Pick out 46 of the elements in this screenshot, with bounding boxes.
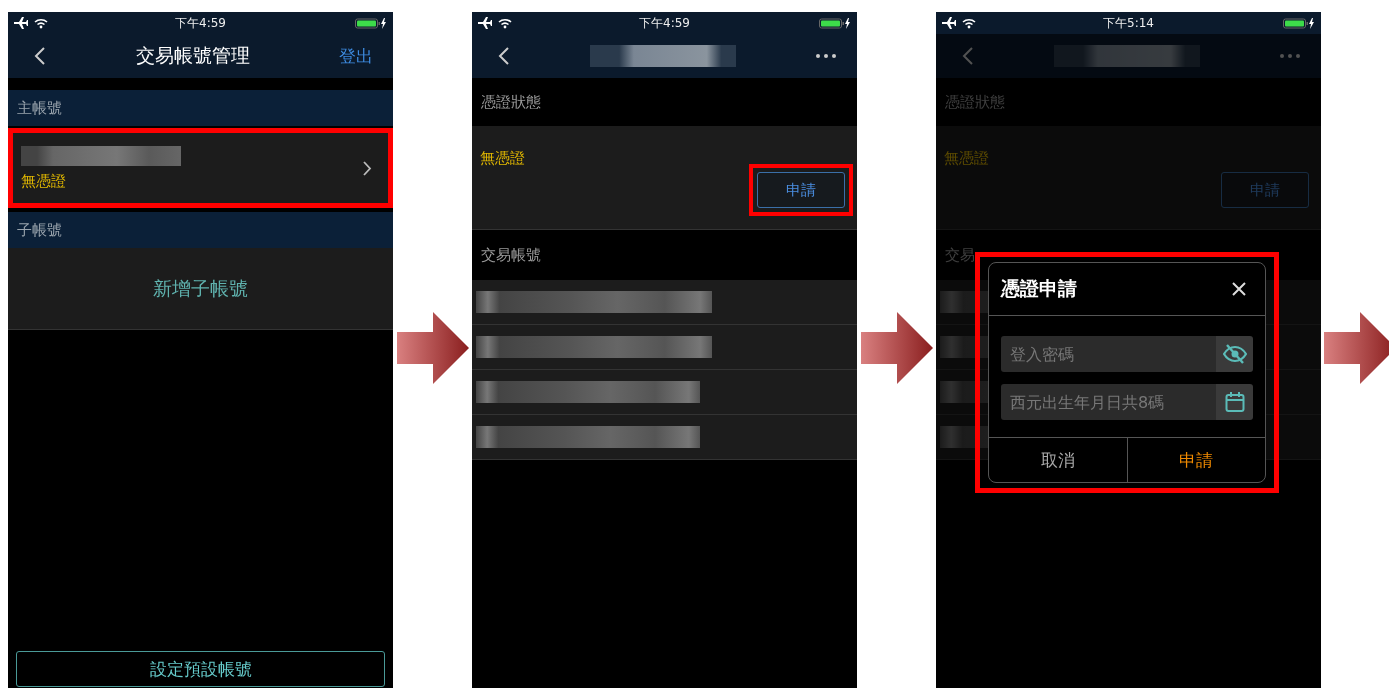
section-title: 主帳號: [17, 98, 62, 118]
account-row[interactable]: 無憑證: [8, 128, 393, 208]
close-icon[interactable]: [1231, 281, 1247, 297]
battery-icon: [1283, 17, 1315, 29]
battery-icon: [355, 17, 387, 29]
wifi-icon: [962, 17, 976, 29]
arrow-right-icon: [1324, 312, 1389, 384]
set-default-account-button[interactable]: 設定預設帳號: [16, 651, 385, 687]
status-time: 下午4:59: [175, 14, 226, 32]
certificate-status: 無憑證: [480, 149, 525, 167]
status-time: 下午5:14: [1103, 14, 1154, 32]
arrow-right-icon: [396, 312, 469, 384]
wifi-icon: [34, 17, 48, 29]
section-title: 交易帳號: [481, 245, 541, 265]
add-sub-account-button[interactable]: 新增子帳號: [8, 248, 393, 330]
screen-title: 交易帳號管理: [135, 43, 250, 68]
dialog-title: 憑證申請: [1001, 276, 1077, 301]
airplane-icon: [942, 17, 956, 29]
section-title: 憑證狀態: [945, 92, 1005, 112]
arrow-right-icon: [860, 312, 933, 384]
logout-link[interactable]: 登出: [339, 44, 373, 68]
status-time: 下午4:59: [639, 14, 690, 32]
eye-off-icon[interactable]: [1222, 344, 1247, 364]
apply-button[interactable]: 申請: [757, 172, 845, 208]
account-list-row[interactable]: [472, 280, 857, 325]
section-title: 憑證狀態: [481, 92, 541, 112]
account-list-row[interactable]: [472, 370, 857, 415]
section-title: 交易: [945, 245, 975, 265]
more-icon[interactable]: [815, 53, 837, 59]
input-field[interactable]: 西元出生年月日共8碼: [1001, 384, 1216, 420]
back-icon[interactable]: [498, 47, 510, 65]
certificate-status: 無憑證: [944, 149, 989, 167]
airplane-icon: [478, 17, 492, 29]
account-list-row[interactable]: [472, 325, 857, 370]
certificate-status: 無憑證: [21, 171, 67, 191]
section-title: 子帳號: [17, 220, 62, 240]
apply-button[interactable]: 申請: [1127, 438, 1265, 482]
calendar-icon[interactable]: [1224, 391, 1245, 413]
input-field[interactable]: 登入密碼: [1001, 336, 1216, 372]
cancel-button[interactable]: 取消: [989, 438, 1128, 482]
battery-icon: [819, 17, 851, 29]
account-list-row[interactable]: [472, 415, 857, 460]
chevron-right-icon: [363, 160, 372, 176]
back-icon[interactable]: [34, 47, 46, 65]
airplane-icon: [14, 17, 28, 29]
wifi-icon: [498, 17, 512, 29]
